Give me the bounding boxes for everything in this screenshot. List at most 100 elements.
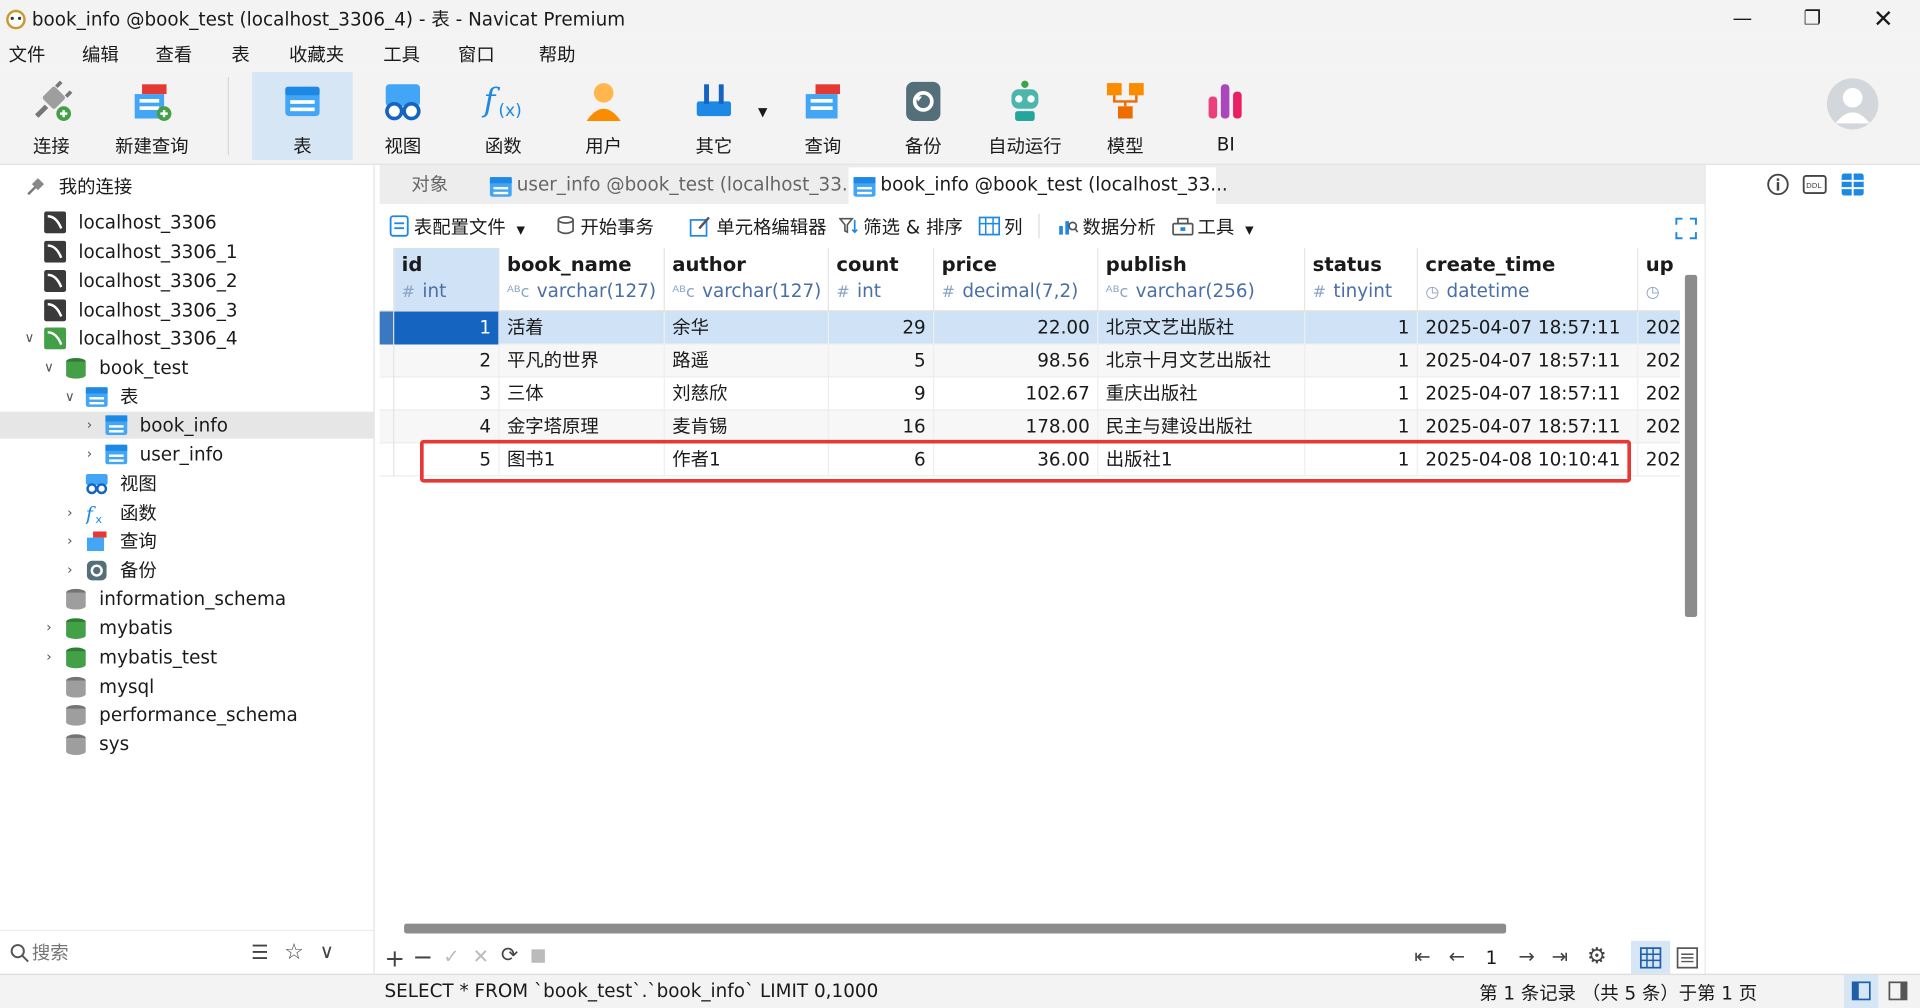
- toolbar-query-button[interactable]: 查询: [774, 72, 872, 160]
- table-cell-status[interactable]: 1: [1305, 344, 1418, 378]
- fullscreen-icon[interactable]: [1675, 217, 1697, 240]
- table-cell-publish[interactable]: 北京文艺出版社: [1098, 311, 1306, 345]
- toolbar-user-button[interactable]: 用户: [555, 72, 653, 160]
- stop-icon[interactable]: [531, 949, 545, 963]
- tree-table-book_info[interactable]: › book_info: [0, 411, 374, 439]
- chevron-down-icon[interactable]: ∨: [42, 354, 57, 381]
- column-header-create-time[interactable]: create_time ◷ datetime: [1417, 248, 1639, 312]
- table-cell-author[interactable]: 路遥: [665, 344, 829, 378]
- toolbar-other-button[interactable]: 其它: [665, 72, 763, 160]
- filter-sort-button[interactable]: 筛选 & 排序: [836, 214, 963, 240]
- data-analysis-button[interactable]: 数据分析: [1056, 214, 1156, 240]
- column-header-up[interactable]: up ◷: [1638, 248, 1681, 312]
- table-cell-author[interactable]: 刘慈欣: [665, 377, 829, 411]
- toolbar-function-button[interactable]: f (x) 函数: [454, 72, 552, 160]
- table-cell-publish[interactable]: 重庆出版社: [1098, 377, 1306, 411]
- tree-table-user_info[interactable]: › user_info: [0, 441, 373, 468]
- previous-page-icon[interactable]: ←: [1449, 944, 1465, 967]
- columns-button[interactable]: 列: [977, 214, 1022, 240]
- tab-book_info[interactable]: book_info @book_test (localhost_33...: [848, 167, 1228, 205]
- table-cell-publish[interactable]: 民主与建设出版社: [1098, 410, 1306, 444]
- table-cell-id[interactable]: 3: [394, 377, 500, 411]
- row-indicator[interactable]: [379, 311, 395, 345]
- column-header-publish[interactable]: publish ᴬᴮc varchar(256): [1098, 248, 1306, 312]
- apply-icon[interactable]: ✓: [443, 944, 459, 967]
- column-header-status[interactable]: status # tinyint: [1305, 248, 1418, 312]
- chevron-right-icon[interactable]: ›: [62, 500, 77, 527]
- column-header-price[interactable]: price # decimal(7,2): [934, 248, 1099, 312]
- table-cell-price[interactable]: 102.67: [934, 377, 1099, 411]
- form-view-icon[interactable]: [1676, 947, 1699, 969]
- table-cell-id[interactable]: 1: [394, 311, 500, 345]
- table-row[interactable]: 3 三体 刘慈欣 9 102.67 重庆出版社 1 2025-04-07 18:57:11 20…: [379, 377, 1681, 411]
- table-row[interactable]: 1 活着 余华 29 22.00 北京文艺出版社 1 2025-04-07 18:57:11 2…: [379, 311, 1681, 345]
- chevron-right-icon[interactable]: ›: [62, 528, 77, 555]
- toolbar-model-button[interactable]: 模型: [1076, 72, 1174, 160]
- table-cell-up[interactable]: 202: [1638, 411, 1680, 444]
- menu-window[interactable]: 窗口: [458, 42, 495, 68]
- table-cell-price[interactable]: 98.56: [934, 344, 1099, 378]
- panel-right-icon[interactable]: [1888, 981, 1908, 1001]
- table-cell-count[interactable]: 16: [829, 410, 935, 444]
- tree-search-input[interactable]: [31, 938, 228, 968]
- cell-editor-button[interactable]: 单元格编辑器: [687, 214, 827, 240]
- menu-view[interactable]: 查看: [156, 42, 193, 68]
- info-icon[interactable]: [1767, 173, 1789, 196]
- filter-lines-icon[interactable]: ☰: [251, 941, 269, 964]
- table-cell-publish[interactable]: 北京十月文艺出版社: [1098, 344, 1306, 378]
- table-cell-price[interactable]: 22.00: [934, 311, 1099, 345]
- table-cell-create-time[interactable]: 2025-04-07 18:57:11: [1418, 377, 1639, 411]
- menu-table[interactable]: 表: [231, 42, 249, 68]
- menu-help[interactable]: 帮助: [539, 42, 576, 68]
- table-cell-up[interactable]: 202: [1638, 444, 1680, 477]
- gear-icon[interactable]: ⚙: [1587, 943, 1607, 969]
- minimize-icon[interactable]: —: [1718, 4, 1767, 33]
- tools-button[interactable]: 工具 ▼: [1171, 214, 1254, 240]
- table-cell-author[interactable]: 麦肯锡: [665, 410, 829, 444]
- tab-user_info[interactable]: user_info @book_test (localhost_33...: [485, 167, 859, 204]
- toolbar-bi-button[interactable]: BI: [1177, 72, 1275, 160]
- table-cell-book-name[interactable]: 平凡的世界: [500, 344, 665, 378]
- table-cell-create-time[interactable]: 2025-04-07 18:57:11: [1418, 410, 1639, 444]
- chevron-right-icon[interactable]: ›: [62, 557, 77, 584]
- table-cell-status[interactable]: 1: [1305, 410, 1418, 444]
- split-view-button[interactable]: [1844, 974, 1879, 1008]
- table-cell-price[interactable]: 178.00: [934, 410, 1099, 444]
- table-cell-book-name[interactable]: 金字塔原理: [500, 410, 665, 444]
- menu-file[interactable]: 文件: [9, 42, 46, 68]
- toolbar-table-button[interactable]: 表: [252, 72, 353, 161]
- collapse-icon[interactable]: ∨: [320, 940, 334, 963]
- first-page-icon[interactable]: ⇤: [1414, 944, 1430, 967]
- table-cell-up[interactable]: 202: [1638, 312, 1680, 345]
- chevron-right-icon[interactable]: ›: [82, 412, 97, 439]
- table-cell-up[interactable]: 202: [1638, 345, 1680, 378]
- row-indicator[interactable]: [380, 443, 395, 477]
- toolbar-new-query-button[interactable]: 新建查询: [103, 72, 201, 160]
- chevron-down-icon[interactable]: ∨: [62, 384, 77, 411]
- avatar[interactable]: [1826, 77, 1880, 131]
- table-cell-status[interactable]: 1: [1305, 377, 1418, 411]
- table-row[interactable]: 4 金字塔原理 麦肯锡 16 178.00 民主与建设出版社 1 2025-04-07 18:…: [379, 410, 1681, 444]
- chevron-right-icon[interactable]: ›: [42, 644, 57, 671]
- toolbar-connect-button[interactable]: 连接: [2, 72, 100, 160]
- toolbar-backup-button[interactable]: 备份: [874, 72, 972, 160]
- table-cell-author[interactable]: 余华: [665, 311, 829, 345]
- menu-tools[interactable]: 工具: [383, 42, 420, 68]
- table-profile-button[interactable]: 表配置文件 ▼: [387, 214, 525, 240]
- column-header-count[interactable]: count # int: [828, 248, 935, 312]
- vertical-scrollbar[interactable]: [1684, 274, 1698, 618]
- grid-mode-button[interactable]: [1631, 940, 1671, 974]
- begin-transaction-button[interactable]: 开始事务: [553, 214, 654, 240]
- maximize-icon[interactable]: ❐: [1788, 4, 1837, 33]
- discard-icon[interactable]: ✕: [473, 944, 489, 967]
- row-indicator[interactable]: [380, 410, 395, 444]
- table-cell-create-time[interactable]: 2025-04-07 18:57:11: [1418, 311, 1639, 345]
- menu-favorites[interactable]: 收藏夹: [289, 42, 344, 68]
- table-cell-count[interactable]: 9: [829, 377, 935, 411]
- chevron-right-icon[interactable]: ›: [82, 441, 97, 468]
- last-page-icon[interactable]: ⇥: [1551, 944, 1567, 967]
- add-record-icon[interactable]: +: [384, 943, 405, 972]
- toolbar-view-button[interactable]: 视图: [354, 72, 452, 160]
- menu-edit[interactable]: 编辑: [82, 42, 119, 68]
- table-cell-count[interactable]: 5: [829, 344, 935, 378]
